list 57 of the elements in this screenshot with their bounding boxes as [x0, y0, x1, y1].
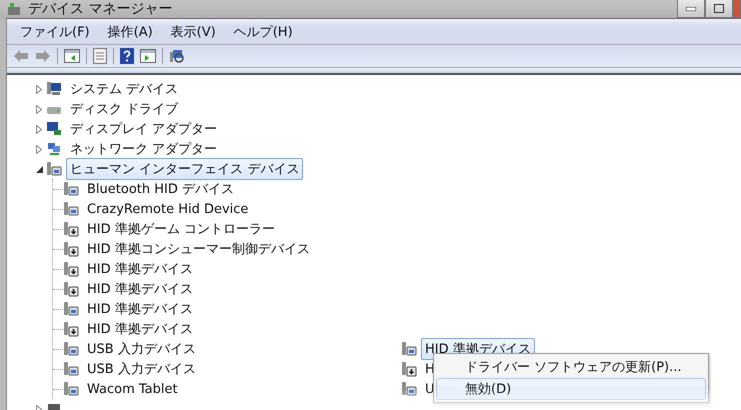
device-download-icon: [63, 261, 79, 277]
menu-item[interactable]: 操作(A): [100, 22, 160, 40]
device-download-icon: [63, 281, 79, 297]
expand-arrow-icon[interactable]: [34, 84, 44, 94]
tree-item[interactable]: HID 準拠デバイス: [83, 258, 197, 280]
gamepad-device-icon: [63, 381, 79, 397]
device-download-icon: [401, 361, 417, 377]
tree-item[interactable]: USB 入力デバイス: [83, 358, 200, 380]
tree-item[interactable]: Wacom Tablet: [83, 380, 182, 398]
gamepad-device-icon: [63, 361, 79, 377]
tree-item[interactable]: HID 準拠デバイス: [83, 298, 197, 320]
tree-item[interactable]: ヒューマン インターフェイス デバイス: [66, 158, 304, 180]
action-pane-icon[interactable]: [140, 49, 156, 63]
gamepad-device-icon: [401, 341, 417, 357]
monitor-icon: [46, 121, 62, 137]
tree-item[interactable]: HID 準拠コンシューマー制御デバイス: [83, 238, 314, 260]
gamepad-device-icon: [63, 181, 79, 197]
expand-arrow-icon[interactable]: [34, 144, 44, 154]
help-icon[interactable]: [120, 48, 134, 64]
window-title: デバイス マネージャー: [28, 0, 172, 18]
menu-item[interactable]: ヘルプ(H): [226, 22, 300, 40]
minimize-button[interactable]: [677, 0, 705, 18]
tree-item[interactable]: システム デバイス: [66, 78, 182, 100]
scan-hardware-icon[interactable]: [169, 48, 185, 64]
device-download-icon: [63, 241, 79, 257]
gamepad-device-icon: [46, 161, 62, 177]
expand-arrow-icon[interactable]: [34, 104, 44, 114]
tree-item[interactable]: USB 入力デバイス: [83, 338, 200, 360]
forward-arrow-icon[interactable]: [35, 49, 51, 63]
tree-item[interactable]: ディスプレイ アダプター: [66, 118, 222, 140]
tree-item[interactable]: ディスク ドライブ: [66, 98, 182, 120]
properties-icon[interactable]: [93, 48, 107, 64]
device-download-icon: [63, 221, 79, 237]
gamepad-device-icon: [63, 301, 79, 317]
network-icon: [46, 141, 62, 157]
maximize-icon: [714, 4, 724, 13]
back-arrow-icon[interactable]: [13, 49, 29, 63]
computer-icon: [46, 81, 62, 97]
tree-item[interactable]: ネットワーク アダプター: [66, 138, 222, 160]
tree-item[interactable]: HID 準拠デバイス: [83, 318, 197, 340]
minimize-icon: [686, 6, 696, 10]
tree-item[interactable]: Bluetooth HID デバイス: [83, 178, 238, 200]
device-download-icon: [63, 321, 79, 337]
maximize-button[interactable]: [705, 0, 733, 18]
tree-item[interactable]: HID 準拠デバイス: [83, 278, 197, 300]
tree-item[interactable]: CrazyRemote Hid Device: [83, 200, 252, 218]
expand-arrow-icon[interactable]: [34, 124, 44, 134]
menu-item[interactable]: 表示(V): [164, 22, 223, 40]
gamepad-device-icon: [401, 381, 417, 397]
gamepad-device-icon: [63, 201, 79, 217]
gamepad-device-icon: [63, 341, 79, 357]
collapse-arrow-icon[interactable]: [34, 164, 44, 174]
tree-item[interactable]: HID 準拠ゲーム コントローラー: [83, 218, 279, 240]
app-icon: [6, 1, 22, 17]
console-tree-icon[interactable]: [64, 49, 80, 63]
menu-item[interactable]: 無効(D): [436, 378, 706, 400]
menu-item[interactable]: ファイル(F): [13, 22, 97, 40]
